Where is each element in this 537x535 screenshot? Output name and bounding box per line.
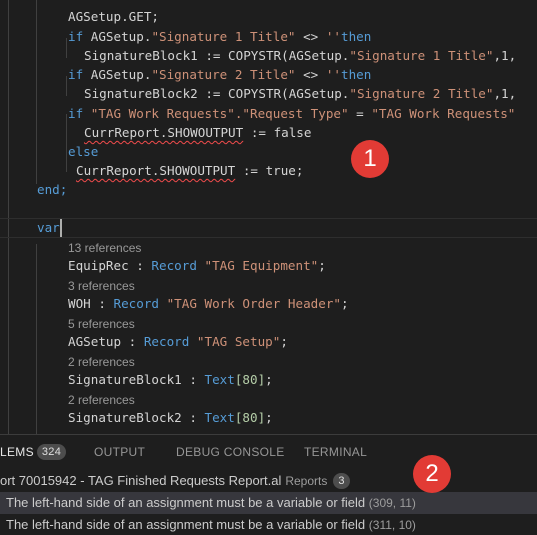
references-codelens[interactable]: 2 references [68, 393, 135, 408]
problems-count-badge: 324 [36, 444, 67, 460]
code-line: var [37, 220, 60, 235]
indent-guide [8, 0, 9, 434]
code-line: SignatureBlock1 := COPYSTR(AGSetup."Sign… [84, 48, 517, 63]
indent-guide [66, 38, 67, 58]
references-codelens[interactable]: 13 references [68, 241, 141, 256]
callout-marker-2: 2 [413, 455, 451, 493]
problem-item[interactable]: The left-hand side of an assignment must… [0, 492, 537, 514]
tab-terminal[interactable]: TERMINAL [304, 435, 367, 470]
code-line: if AGSetup."Signature 1 Title" <> ''then [68, 29, 372, 44]
var-declaration: SignatureBlock1 : Text[80]; [68, 372, 273, 387]
problem-message: The left-hand side of an assignment must… [6, 517, 366, 532]
code-line: end; [37, 182, 68, 197]
indent-guide [36, 244, 37, 434]
references-codelens[interactable]: 5 references [68, 317, 135, 332]
tab-problems[interactable]: LEMS 324 [0, 435, 67, 470]
code-line-error: CurrReport.SHOWOUTPUT := true; [76, 163, 304, 178]
problem-message: The left-hand side of an assignment must… [6, 495, 366, 510]
problem-location: (309, 11) [368, 496, 416, 510]
indent-guide [66, 76, 67, 96]
code-line: SignatureBlock2 := COPYSTR(AGSetup."Sign… [84, 86, 517, 101]
problem-file-row[interactable]: ort 70015942 - TAG Finished Requests Rep… [0, 470, 537, 492]
code-editor[interactable]: AGSetup.GET; if AGSetup."Signature 1 Tit… [0, 0, 537, 434]
problem-location: (311, 10) [368, 518, 416, 532]
tab-output[interactable]: OUTPUT [94, 435, 145, 470]
code-line: else [68, 144, 99, 159]
code-line: AGSetup.GET; [68, 9, 159, 24]
text-cursor [60, 219, 62, 237]
file-problem-count: 3 [333, 473, 350, 489]
tab-debug-console[interactable]: DEBUG CONSOLE [176, 435, 285, 470]
indent-guide [66, 114, 67, 172]
var-declaration: SignatureBlock2 : Text[80]; [68, 410, 273, 425]
var-declaration: AGSetup : Record "TAG Setup"; [68, 334, 288, 349]
var-declaration: WOH : Record "TAG Work Order Header"; [68, 296, 349, 311]
file-name: ort 70015942 - TAG Finished Requests Rep… [0, 473, 282, 488]
code-line: if "TAG Work Requests"."Request Type" = … [68, 106, 516, 121]
file-folder: Reports [285, 474, 328, 488]
current-line-highlight [0, 218, 537, 238]
problem-item[interactable]: The left-hand side of an assignment must… [0, 514, 537, 535]
code-line-error: CurrReport.SHOWOUTPUT := false [84, 125, 312, 140]
panel-tabs: LEMS 324 OUTPUT DEBUG CONSOLE TERMINAL [0, 435, 537, 470]
references-codelens[interactable]: 3 references [68, 279, 135, 294]
indent-guide [36, 0, 37, 184]
bottom-panel: LEMS 324 OUTPUT DEBUG CONSOLE TERMINAL or… [0, 434, 537, 535]
var-declaration: EquipRec : Record "TAG Equipment"; [68, 258, 326, 273]
references-codelens[interactable]: 2 references [68, 355, 135, 370]
code-line: if AGSetup."Signature 2 Title" <> ''then [68, 67, 372, 82]
callout-marker-1: 1 [351, 140, 389, 178]
